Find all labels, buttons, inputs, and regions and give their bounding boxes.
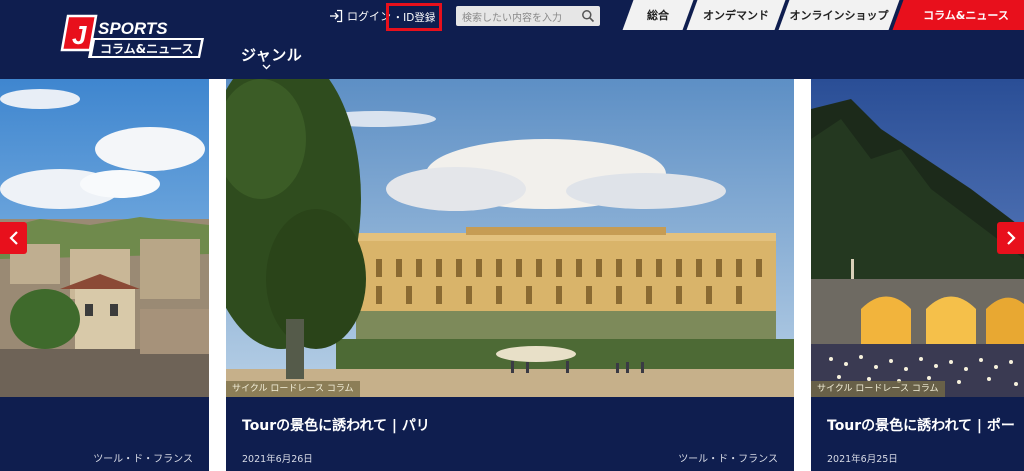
tab-label: コラム&ニュース xyxy=(923,9,1009,22)
card-date: 2021年6月26日 xyxy=(242,454,313,465)
chevron-right-icon xyxy=(1006,231,1016,245)
chevron-down-icon[interactable] xyxy=(262,64,271,70)
card-category: サイクル ロードレース コラム xyxy=(226,381,360,397)
site-nav-tabs: 総合 オンデマンド オンラインショップ コラム&ニュース xyxy=(620,0,1024,30)
carousel-card-right[interactable]: サイクル ロードレース コラム Tourの景色に誘われて | ポー 2021年6… xyxy=(811,79,1024,471)
carousel-card-left[interactable]: ツール・ド・フランス xyxy=(0,79,209,471)
tab-label: オンラインショップ xyxy=(789,9,889,22)
tab-label: 総合 xyxy=(647,9,669,22)
featured-carousel: ツール・ド・フランス サイクル ロードレース コラム Tourの景色に誘われて … xyxy=(0,79,1024,471)
card-image-versailles xyxy=(226,79,794,397)
site-header: J SPORTS コラム&ニュース ジャンル ログイン ・ID登録 総合 オンデ… xyxy=(0,0,1024,79)
card-image-village xyxy=(0,79,209,397)
login-icon xyxy=(330,9,343,23)
tab-label: オンデマンド xyxy=(703,9,769,22)
carousel-prev-button[interactable] xyxy=(0,222,27,254)
genre-menu[interactable]: ジャンル xyxy=(241,44,302,65)
jsports-logo[interactable]: J SPORTS コラム&ニュース xyxy=(60,14,206,66)
card-category: サイクル ロードレース コラム xyxy=(811,381,945,397)
card-title[interactable]: Tourの景色に誘われて | ポー xyxy=(827,415,1015,435)
tab-on-demand[interactable]: オンデマンド xyxy=(686,0,786,30)
tab-column-news[interactable]: コラム&ニュース xyxy=(892,0,1024,30)
carousel-card-center[interactable]: サイクル ロードレース コラム Tourの景色に誘われて | パリ 2021年6… xyxy=(226,79,794,471)
carousel-next-button[interactable] xyxy=(997,222,1024,254)
id-register-label: ・ID登録 xyxy=(392,11,436,24)
genre-label: ジャンル xyxy=(241,46,303,64)
card-date: 2021年6月25日 xyxy=(827,454,898,465)
svg-text:コラム&ニュース: コラム&ニュース xyxy=(100,42,194,56)
search-input[interactable] xyxy=(456,8,574,29)
chevron-left-icon xyxy=(8,231,18,245)
login-link[interactable]: ログイン xyxy=(329,6,391,26)
search-box xyxy=(456,6,600,29)
svg-text:SPORTS: SPORTS xyxy=(98,19,168,38)
search-icon[interactable] xyxy=(581,9,595,23)
tab-online-shop[interactable]: オンラインショップ xyxy=(778,0,900,30)
svg-text:J: J xyxy=(72,20,87,50)
card-title[interactable]: Tourの景色に誘われて | パリ xyxy=(242,415,430,435)
tab-general[interactable]: 総合 xyxy=(622,0,694,30)
card-series: ツール・ド・フランス xyxy=(678,454,778,465)
card-image-lourdes xyxy=(811,79,1024,397)
card-series: ツール・ド・フランス xyxy=(93,454,193,465)
id-register-link[interactable]: ・ID登録 xyxy=(386,3,442,31)
login-label: ログイン xyxy=(347,10,391,23)
